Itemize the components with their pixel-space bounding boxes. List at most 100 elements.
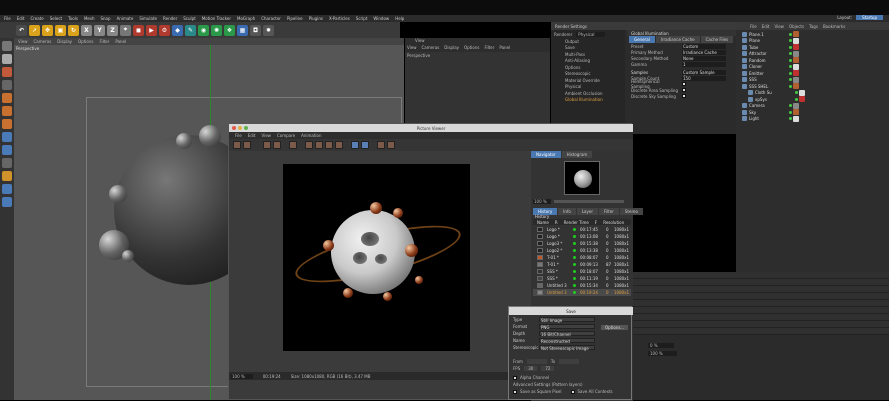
- visibility-dot[interactable]: [789, 52, 792, 56]
- pv-menu-file[interactable]: File: [235, 133, 242, 138]
- pv-menu-view[interactable]: View: [261, 133, 271, 138]
- object-row[interactable]: Light: [736, 115, 889, 123]
- om-menu-tags[interactable]: Tags: [809, 24, 818, 29]
- bubble-object[interactable]: [122, 250, 134, 262]
- history-tab[interactable]: Info: [558, 208, 576, 215]
- bubble-object[interactable]: [109, 185, 127, 203]
- om-menu-objects[interactable]: Objects: [789, 24, 804, 29]
- gi-setting-value[interactable]: None: [682, 55, 726, 61]
- square-pixel-checkbox[interactable]: [513, 389, 517, 394]
- zoom-value[interactable]: 100 %: [533, 198, 551, 204]
- history-tab[interactable]: Layer: [576, 208, 598, 215]
- navigator-tab[interactable]: Histogram: [561, 151, 593, 158]
- menu-item-animate[interactable]: Animate: [117, 16, 134, 21]
- material-tag-icon[interactable]: [793, 115, 799, 122]
- visibility-dot[interactable]: [789, 32, 792, 36]
- render-view-icon[interactable]: [289, 141, 297, 149]
- material-tag-icon[interactable]: [799, 96, 805, 103]
- material-tag-icon[interactable]: [799, 89, 805, 96]
- attribute-row[interactable]: [630, 293, 889, 300]
- attribute-row[interactable]: [630, 272, 889, 279]
- secondary-view-menu-options[interactable]: Options: [464, 45, 479, 50]
- object-name[interactable]: Cloth Su: [755, 90, 785, 95]
- gi-checkbox[interactable]: [682, 94, 686, 98]
- tweak-icon[interactable]: [2, 145, 12, 155]
- maximize-icon[interactable]: [244, 126, 248, 130]
- snap-icon[interactable]: [2, 158, 12, 168]
- ab-compare-b-icon[interactable]: [315, 141, 323, 149]
- visibility-dot[interactable]: [789, 58, 792, 62]
- subdivision-button[interactable]: ◉: [198, 24, 209, 36]
- viewport-menu-cameras[interactable]: Cameras: [34, 39, 52, 44]
- navigator-tab[interactable]: Navigator: [531, 151, 561, 158]
- history-row[interactable]: Untitled 3 00:15:34 0 1080x1: [533, 282, 631, 289]
- axis-y-button[interactable]: Y: [94, 24, 105, 36]
- pv-menu-compare[interactable]: Compare: [277, 133, 295, 138]
- channel-rgb-icon[interactable]: [351, 141, 359, 149]
- menu-item-x-particles[interactable]: X-Particles: [329, 16, 350, 21]
- history-row[interactable]: SSS * 00:18:07 0 1080x1: [533, 268, 631, 275]
- format-options-button[interactable]: Options...: [601, 325, 629, 330]
- visibility-dot[interactable]: [789, 117, 792, 121]
- ab-swap-icon[interactable]: [325, 141, 333, 149]
- visibility-dot[interactable]: [789, 104, 792, 108]
- copy-icon[interactable]: [263, 141, 271, 149]
- gi-setting-value[interactable]: 1: [682, 61, 726, 67]
- attribute-row[interactable]: [630, 300, 889, 307]
- menu-item-script[interactable]: Script: [356, 16, 368, 21]
- attribute-row[interactable]: [630, 279, 889, 286]
- history-tab[interactable]: Stereo: [619, 208, 643, 215]
- menu-item-mesh[interactable]: Mesh: [84, 16, 95, 21]
- secondary-view[interactable]: Perspective: [405, 52, 550, 127]
- om-menu-edit[interactable]: Edit: [762, 24, 770, 29]
- visibility-dot[interactable]: [795, 97, 798, 101]
- object-name[interactable]: Attractor: [749, 51, 779, 56]
- zoom-slider[interactable]: [553, 199, 624, 203]
- visibility-dot[interactable]: [789, 39, 792, 43]
- secondary-view-menu-view[interactable]: View: [407, 45, 417, 50]
- menu-item-simulate[interactable]: Simulate: [139, 16, 157, 21]
- to-field[interactable]: [559, 359, 580, 364]
- history-col-header[interactable]: F: [595, 220, 597, 225]
- cube-object-button[interactable]: ◆: [172, 24, 183, 36]
- object-name[interactable]: xpSys: [755, 97, 785, 102]
- object-name[interactable]: Camera: [749, 103, 779, 108]
- scale-tool-button[interactable]: ▣: [55, 24, 66, 36]
- menu-item-help[interactable]: Help: [395, 16, 404, 21]
- history-row[interactable]: Untitled 3 00:19:24 0 1080x1: [533, 289, 631, 296]
- visibility-dot[interactable]: [789, 65, 792, 69]
- material-tag-icon[interactable]: [793, 102, 799, 109]
- material-tag-icon[interactable]: [793, 63, 799, 70]
- undo-button[interactable]: ↶: [16, 24, 27, 36]
- material-tag-icon[interactable]: [793, 50, 799, 57]
- attribute-row[interactable]: [630, 321, 889, 328]
- om-menu-bookmarks[interactable]: Bookmarks: [823, 24, 845, 29]
- gi-tab[interactable]: General: [629, 36, 655, 43]
- edges-mode-icon[interactable]: [2, 106, 12, 116]
- save-option-value[interactable]: 16 Bit/Channel: [539, 331, 595, 337]
- lock-workplane-icon[interactable]: [2, 184, 12, 194]
- axis-x-button[interactable]: X: [81, 24, 92, 36]
- layout-selector[interactable]: Layout: Startup: [837, 15, 889, 20]
- coord-system-button[interactable]: ⌖: [120, 24, 131, 36]
- material-tag-icon[interactable]: [793, 31, 799, 38]
- save-file-icon[interactable]: [243, 141, 251, 149]
- menu-item-window[interactable]: Window: [373, 16, 389, 21]
- move-tool-button[interactable]: ✥: [42, 24, 53, 36]
- navigator-thumbnail[interactable]: [564, 161, 600, 195]
- visibility-dot[interactable]: [795, 91, 798, 95]
- bubble-object[interactable]: [176, 133, 192, 149]
- spline-pen-button[interactable]: ✎: [185, 24, 196, 36]
- menu-item-tools[interactable]: Tools: [68, 16, 78, 21]
- secondary-view-menu-filter[interactable]: Filter: [484, 45, 494, 50]
- attr-value-1[interactable]: 0 %: [648, 343, 674, 348]
- material-tag-icon[interactable]: [793, 57, 799, 64]
- rotate-tool-button[interactable]: ↻: [68, 24, 79, 36]
- history-tab[interactable]: Filter: [598, 208, 619, 215]
- menu-item-plugins[interactable]: Plugins: [309, 16, 323, 21]
- om-menu-view[interactable]: View: [774, 24, 784, 29]
- compare-split-icon[interactable]: [377, 141, 385, 149]
- frames-field[interactable]: 72: [541, 366, 555, 371]
- pv-menu-animation[interactable]: Animation: [301, 133, 321, 138]
- object-name[interactable]: Plane.1: [749, 32, 779, 37]
